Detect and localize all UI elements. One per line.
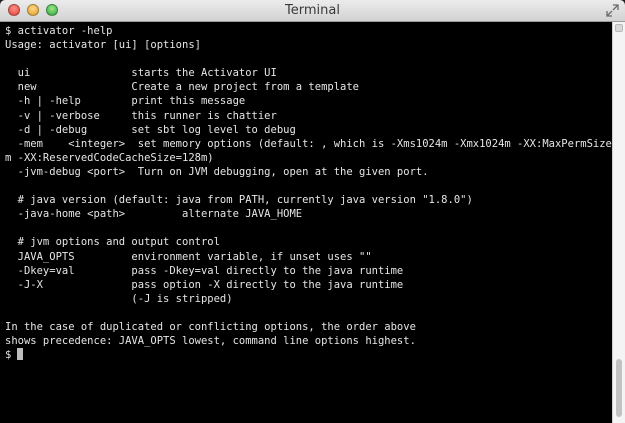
title-bar[interactable]: Terminal bbox=[0, 0, 625, 22]
terminal-line: -jvm-debug <port> Turn on JVM debugging,… bbox=[5, 165, 429, 178]
terminal-line: Usage: activator [ui] [options] bbox=[5, 39, 201, 52]
terminal-output: $ activator -help Usage: activator [ui] [… bbox=[0, 22, 612, 362]
terminal-line: -mem <integer> set memory options (defau… bbox=[5, 137, 612, 150]
terminal-line: -J-X pass option -X directly to the java… bbox=[5, 278, 404, 291]
terminal-line: ui starts the Activator UI bbox=[5, 67, 277, 80]
terminal-line: -v | -verbose this runner is chattier bbox=[5, 109, 277, 122]
terminal-line: In the case of duplicated or conflicting… bbox=[5, 320, 416, 333]
fullscreen-icon[interactable] bbox=[606, 4, 619, 17]
text-cursor bbox=[17, 348, 24, 361]
terminal-line: -java-home <path> alternate JAVA_HOME bbox=[5, 208, 303, 221]
scroll-thumb[interactable] bbox=[616, 359, 622, 417]
terminal-line: -d | -debug set sbt log level to debug bbox=[5, 123, 296, 136]
terminal-line: JAVA_OPTS environment variable, if unset… bbox=[5, 250, 372, 263]
window-title: Terminal bbox=[285, 3, 340, 18]
terminal-line: (-J is stripped) bbox=[5, 292, 233, 305]
terminal-window: Terminal $ activator -help Usage: activat… bbox=[0, 0, 625, 423]
terminal-line: $ activator -help bbox=[5, 25, 113, 37]
prompt-symbol: $ bbox=[5, 349, 12, 362]
terminal-line: m -XX:ReservedCodeCacheSize=128m) bbox=[5, 151, 214, 164]
prompt-line[interactable]: $ bbox=[5, 348, 612, 362]
terminal-line: # java version (default: java from PATH,… bbox=[5, 194, 473, 207]
terminal-line: # jvm options and output control bbox=[5, 236, 220, 249]
scroll-up-button[interactable] bbox=[615, 24, 623, 32]
vertical-scrollbar[interactable] bbox=[612, 22, 625, 423]
terminal-line: -Dkey=val pass -Dkey=val directly to the… bbox=[5, 264, 404, 277]
terminal-line: new Create a new project from a template bbox=[5, 81, 360, 94]
terminal-content[interactable]: $ activator -help Usage: activator [ui] [… bbox=[0, 22, 612, 423]
terminal-line: -h | -help print this message bbox=[5, 95, 246, 108]
terminal-line: shows precedence: JAVA_OPTS lowest, comm… bbox=[5, 335, 416, 348]
